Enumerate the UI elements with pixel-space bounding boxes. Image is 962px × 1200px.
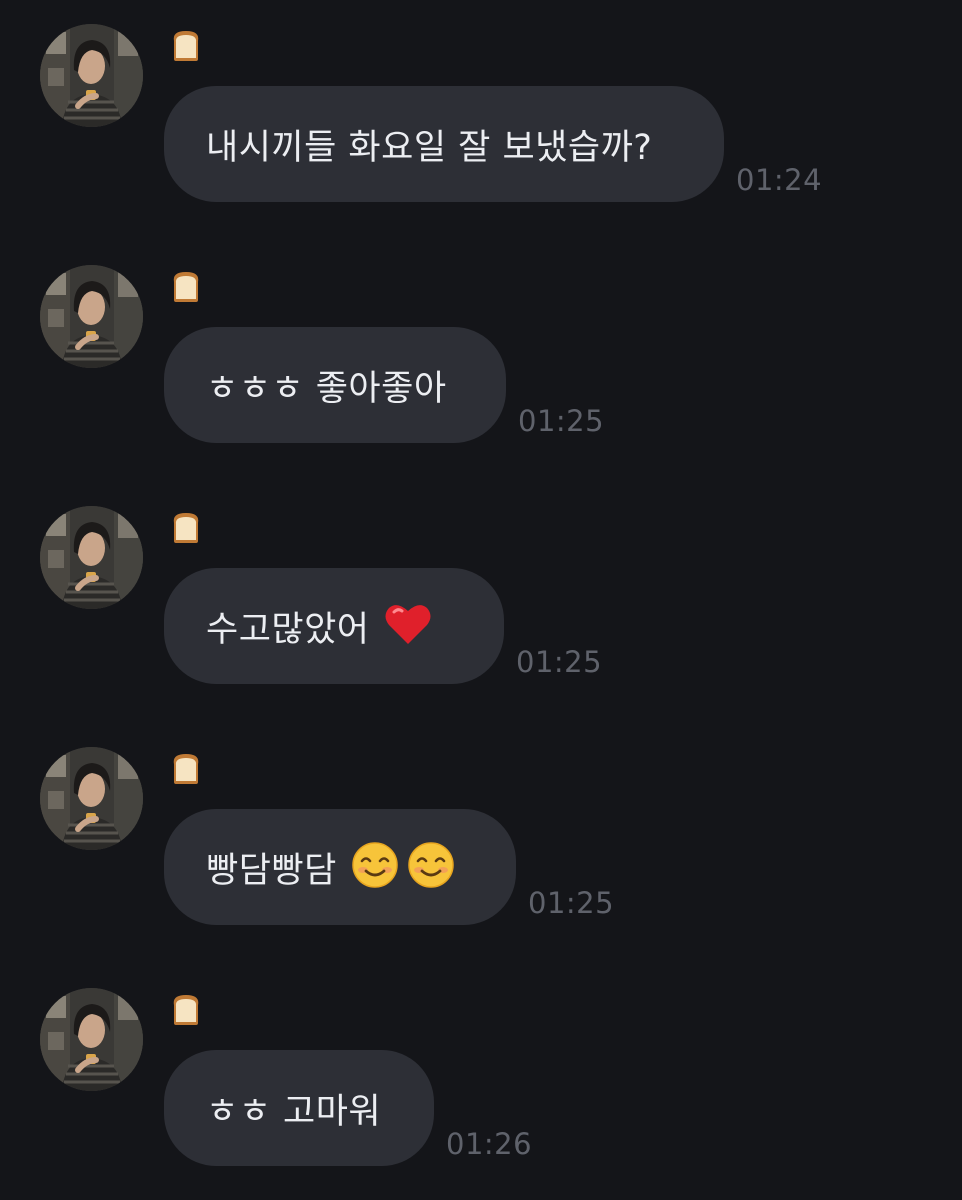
- message-timestamp: 01:26: [446, 1127, 533, 1161]
- message-text: ㅎㅎ 고마워: [206, 1091, 382, 1132]
- message-bubble[interactable]: ㅎㅎ 고마워: [164, 1050, 434, 1166]
- avatar[interactable]: [40, 24, 143, 127]
- message-bubble[interactable]: ㅎㅎㅎ 좋아좋아: [164, 327, 506, 443]
- message-row: 빵담빵담 01:25: [0, 747, 962, 952]
- message-timestamp: 01:25: [528, 886, 615, 920]
- avatar[interactable]: [40, 988, 143, 1091]
- message-timestamp: 01:25: [518, 404, 605, 438]
- message-row: 내시끼들 화요일 잘 보냈습까? 01:24: [0, 24, 962, 229]
- bread-icon: [166, 750, 206, 786]
- message-row: ㅎㅎㅎ 좋아좋아 01:25: [0, 265, 962, 470]
- red-heart-icon: [384, 602, 432, 650]
- avatar[interactable]: [40, 265, 143, 368]
- message-bubble[interactable]: 내시끼들 화요일 잘 보냈습까?: [164, 86, 724, 202]
- message-row: ㅎㅎ 고마워 01:26: [0, 988, 962, 1193]
- message-row: 수고많았어 01:25: [0, 506, 962, 711]
- message-text: 수고많았어: [206, 609, 370, 650]
- message-timestamp: 01:24: [736, 163, 823, 197]
- smiling-face-icon: [351, 841, 399, 893]
- bread-icon: [166, 268, 206, 304]
- bread-icon: [166, 991, 206, 1027]
- avatar[interactable]: [40, 506, 143, 609]
- message-text: ㅎㅎㅎ 좋아좋아: [206, 368, 447, 409]
- message-text: 내시끼들 화요일 잘 보냈습까?: [206, 127, 653, 168]
- message-timestamp: 01:25: [516, 645, 603, 679]
- avatar[interactable]: [40, 747, 143, 850]
- message-bubble[interactable]: 수고많았어: [164, 568, 504, 684]
- message-bubble[interactable]: 빵담빵담: [164, 809, 516, 925]
- message-text: 빵담빵담: [206, 850, 337, 891]
- smiling-face-icon: [407, 841, 455, 893]
- bread-icon: [166, 27, 206, 63]
- bread-icon: [166, 509, 206, 545]
